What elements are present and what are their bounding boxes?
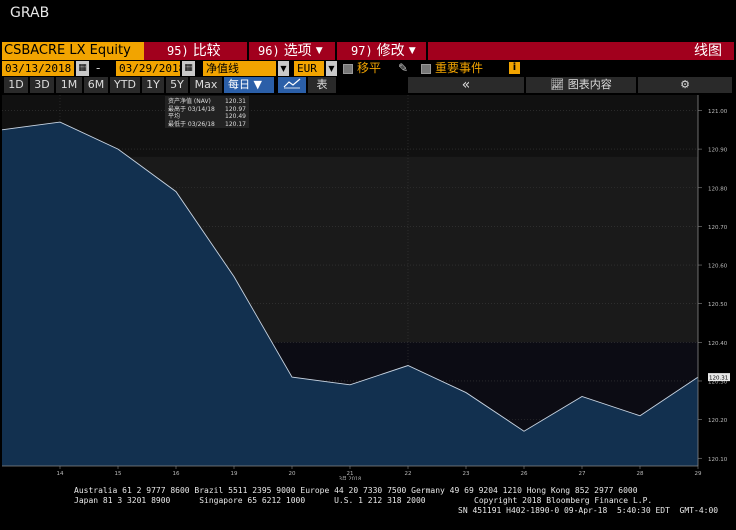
menu-label: 比较 bbox=[192, 43, 221, 59]
legend-row: 平均 120.49 bbox=[168, 113, 246, 121]
chevron-down-icon: ▼ bbox=[250, 78, 262, 91]
range-bar: 1D 3D 1M 6M YTD 1Y 5Y Max 每日 ▼ 表 « 📈︎ 图表… bbox=[2, 77, 734, 94]
menu-number: 95) bbox=[167, 44, 189, 58]
x-tick-label: 20 bbox=[289, 471, 296, 477]
menu-separator bbox=[335, 42, 337, 60]
last-value-label: 120.31 bbox=[709, 375, 728, 381]
compare-menu[interactable]: 95) 比较 bbox=[167, 42, 221, 60]
range-button[interactable]: 1M bbox=[56, 77, 82, 93]
range-button[interactable]: 1Y bbox=[142, 77, 164, 93]
menu-number: 96) bbox=[258, 44, 280, 58]
nav-area-chart: 121.00 120.90 120.80 120.70 120.60 120.50 120.… bbox=[2, 95, 730, 481]
legend-value: 120.17 bbox=[225, 120, 246, 128]
end-date-input[interactable]: 03/29/2018 bbox=[116, 61, 185, 76]
range-button[interactable]: 5Y bbox=[166, 77, 188, 93]
x-tick-label: 29 bbox=[695, 471, 702, 477]
command-bar: CSBACRE LX Equity 95) 比较 96) 选项 ▼ 97) 修改 ▼ 线图 bbox=[2, 42, 734, 60]
moving-average-checkbox[interactable] bbox=[343, 64, 353, 74]
x-tick-label: 16 bbox=[173, 471, 180, 477]
events-label: 重要事件 bbox=[435, 61, 484, 75]
x-axis-sublabel: 3月 2018 bbox=[339, 477, 362, 481]
ticker-field[interactable]: CSBACRE LX Equity bbox=[2, 42, 144, 60]
y-tick-label: 120.10 bbox=[708, 457, 728, 463]
y-tick-label: 120.50 bbox=[708, 302, 728, 308]
y-tick-label: 120.20 bbox=[708, 418, 728, 424]
menu-label: 选项 bbox=[283, 43, 312, 59]
x-tick-label: 15 bbox=[115, 471, 122, 477]
legend-value: 120.49 bbox=[225, 113, 246, 120]
menu-separator bbox=[426, 42, 428, 60]
chevron-down-icon[interactable]: ▼ bbox=[326, 61, 337, 76]
legend-row: 最高于 03/14/18 120.97 bbox=[168, 106, 246, 114]
range-button[interactable]: 6M bbox=[84, 77, 108, 93]
x-tick-label: 27 bbox=[579, 471, 586, 477]
frequency-dropdown[interactable]: 每日 ▼ bbox=[224, 77, 274, 93]
y-tick-label: 121.00 bbox=[708, 109, 728, 115]
legend-label: 最低于 03/26/18 bbox=[168, 120, 215, 128]
footer-contacts-line1: Australia 61 2 9777 8600 Brazil 5511 239… bbox=[74, 486, 638, 495]
legend-label: 最高于 03/14/18 bbox=[168, 105, 215, 113]
window-title: GRAB bbox=[10, 5, 50, 21]
legend-label: 平均 bbox=[168, 113, 181, 120]
footer-contacts-line2: Japan 81 3 3201 8900 Singapore 65 6212 1… bbox=[74, 496, 426, 505]
range-button[interactable]: 3D bbox=[30, 77, 54, 93]
calendar-icon[interactable]: ▦ bbox=[182, 61, 195, 76]
currency-select[interactable]: EUR bbox=[294, 61, 324, 76]
x-tick-label: 26 bbox=[521, 471, 528, 477]
menu-number: 97) bbox=[351, 44, 373, 58]
events-checkbox[interactable] bbox=[421, 64, 431, 74]
gear-icon[interactable]: ⚙ bbox=[638, 77, 732, 93]
date-dash: - bbox=[96, 61, 101, 75]
collapse-left-icon[interactable]: « bbox=[408, 77, 524, 93]
date-bar: 03/13/2018 ▦ - 03/29/2018 ▦ 净值线 ▼ EUR ▼ … bbox=[2, 61, 734, 77]
menu-separator bbox=[247, 42, 249, 60]
series-select[interactable]: 净值线 bbox=[203, 61, 276, 76]
y-tick-label: 120.90 bbox=[708, 148, 728, 154]
x-tick-label: 19 bbox=[231, 471, 238, 477]
line-chart-title: 线图 bbox=[694, 43, 722, 59]
legend-value: 120.97 bbox=[225, 105, 246, 113]
footer-copyright: Copyright 2018 Bloomberg Finance L.P. bbox=[474, 496, 653, 505]
options-menu[interactable]: 96) 选项 ▼ bbox=[258, 42, 323, 60]
x-tick-label: 23 bbox=[463, 471, 470, 477]
x-tick-label: 28 bbox=[637, 471, 644, 477]
info-icon[interactable]: i bbox=[509, 62, 520, 74]
range-button[interactable]: 1D bbox=[4, 77, 28, 93]
legend-value: 120.31 bbox=[225, 98, 246, 105]
legend-label: 资产净值 (NAV) bbox=[168, 98, 211, 105]
calendar-icon[interactable]: ▦ bbox=[76, 61, 89, 76]
table-view-button[interactable]: 表 bbox=[308, 77, 336, 93]
y-tick-label: 120.40 bbox=[708, 341, 728, 347]
footer-serial: SN 451191 H402-1890-0 09-Apr-18 5:40:30 … bbox=[458, 506, 719, 515]
moving-average-label: 移平 bbox=[357, 61, 382, 75]
pencil-icon[interactable]: ✎ bbox=[398, 61, 408, 76]
start-date-input[interactable]: 03/13/2018 bbox=[2, 61, 74, 76]
x-tick-label: 14 bbox=[57, 471, 64, 477]
chart-icon: 📈︎ bbox=[550, 78, 568, 91]
range-button[interactable]: Max bbox=[190, 77, 222, 93]
chart-content-button[interactable]: 📈︎ 图表内容 bbox=[526, 77, 636, 93]
chart-legend: 资产净值 (NAV) 120.31 最高于 03/14/18 120.97 平均 12… bbox=[165, 96, 249, 128]
menu-label: 修改 bbox=[376, 43, 405, 59]
range-button[interactable]: YTD bbox=[110, 77, 140, 93]
frequency-label: 每日 bbox=[228, 78, 250, 91]
legend-row: 资产净值 (NAV) 120.31 bbox=[168, 98, 246, 106]
chevron-down-icon[interactable]: ▼ bbox=[278, 61, 289, 76]
x-tick-label: 22 bbox=[405, 471, 412, 477]
caret-down-icon: ▼ bbox=[315, 46, 323, 56]
modify-menu[interactable]: 97) 修改 ▼ bbox=[351, 42, 416, 60]
line-chart-icon[interactable] bbox=[278, 77, 306, 93]
caret-down-icon: ▼ bbox=[408, 46, 416, 56]
y-tick-label: 120.60 bbox=[708, 264, 728, 270]
y-tick-label: 120.70 bbox=[708, 225, 728, 231]
chart-content-label: 图表内容 bbox=[567, 78, 612, 91]
legend-row: 最低于 03/26/18 120.17 bbox=[168, 121, 246, 129]
y-tick-label: 120.80 bbox=[708, 186, 728, 192]
